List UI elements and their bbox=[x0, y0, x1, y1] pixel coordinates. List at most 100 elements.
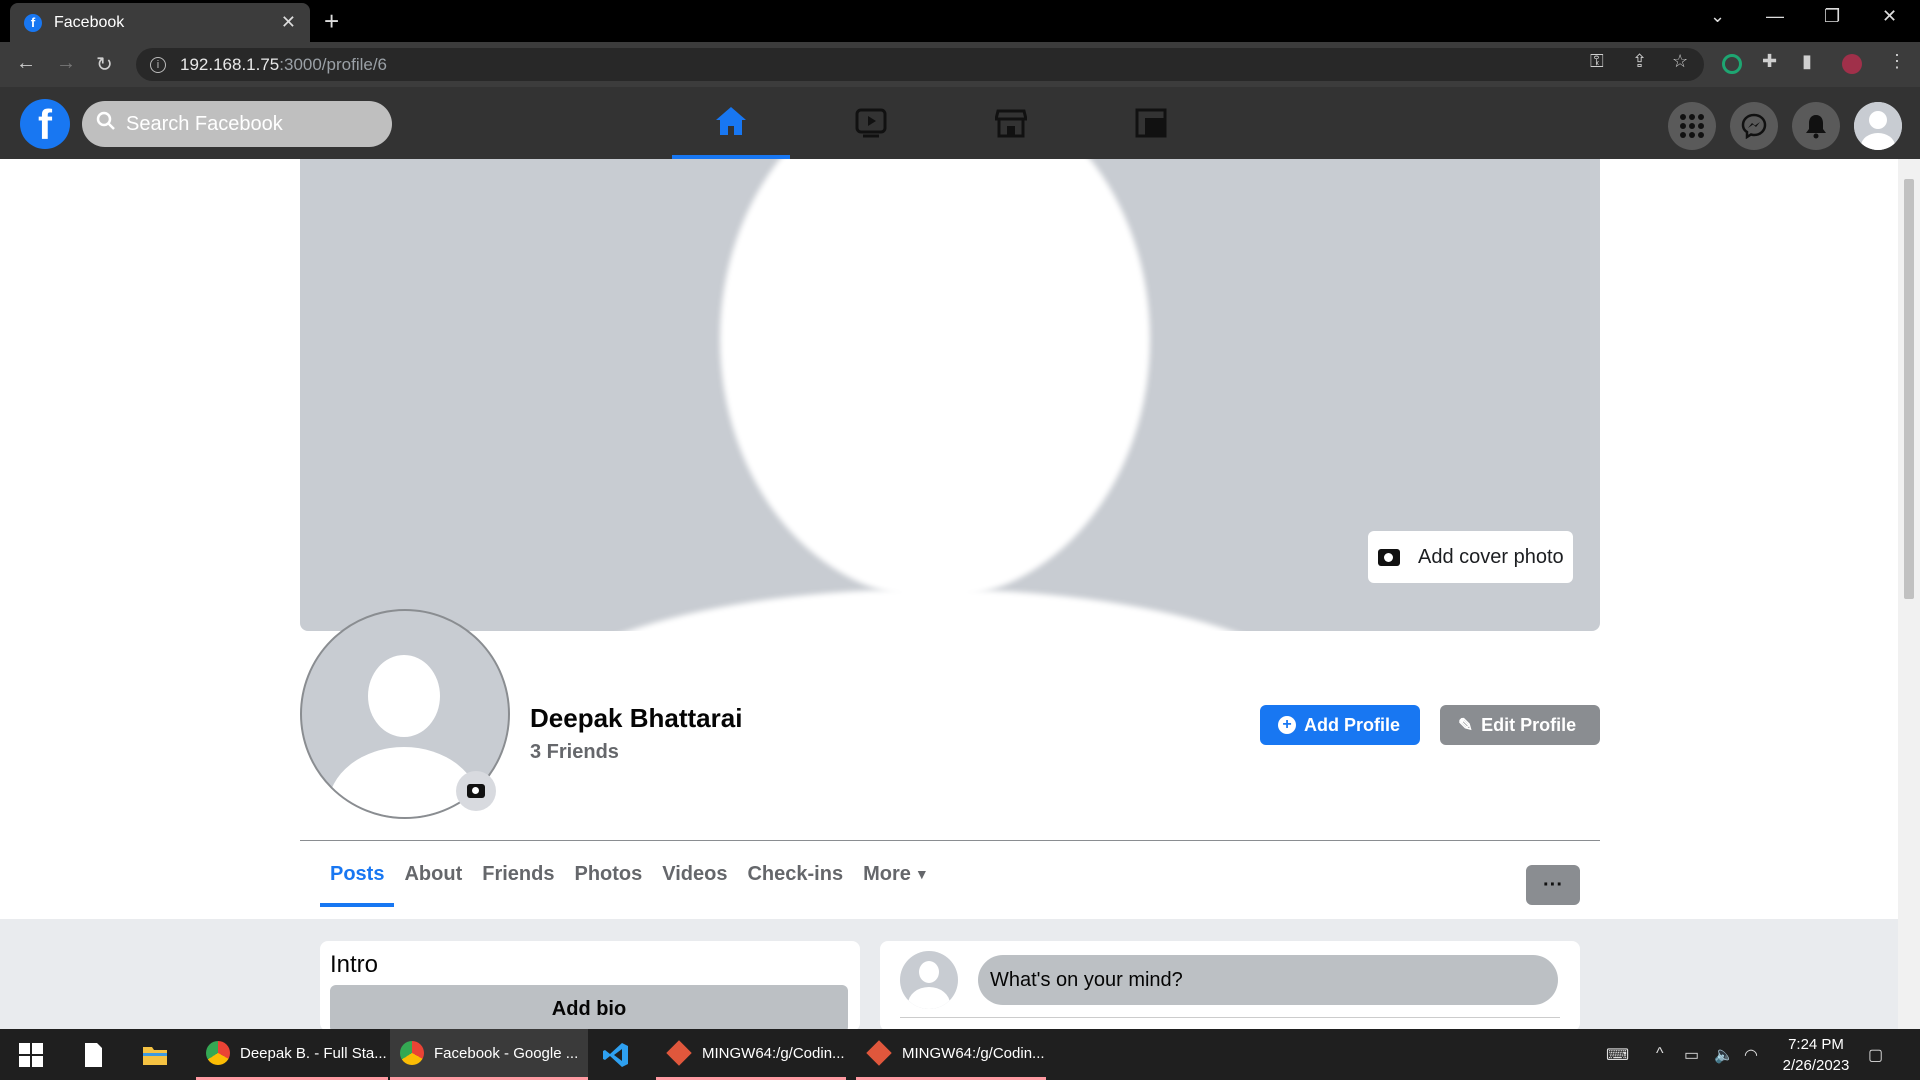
tab-friends[interactable]: Friends bbox=[472, 841, 564, 907]
minimize-icon[interactable]: — bbox=[1766, 6, 1784, 27]
taskbar-app-chrome-2[interactable]: Facebook - Google ... bbox=[390, 1029, 588, 1080]
home-icon bbox=[716, 107, 746, 135]
close-window-icon[interactable]: ✕ bbox=[1882, 6, 1897, 27]
cover-photo: Add cover photo bbox=[300, 159, 1600, 631]
side-panel-icon[interactable]: ▮ bbox=[1802, 51, 1812, 72]
edit-profile-button[interactable]: ✎ Edit Profile bbox=[1440, 705, 1600, 745]
add-bio-button[interactable]: Add bio bbox=[330, 985, 848, 1033]
tab-posts[interactable]: Posts bbox=[320, 841, 395, 907]
tab-videos[interactable]: Videos bbox=[652, 841, 737, 907]
update-profile-picture-button[interactable] bbox=[456, 771, 496, 811]
git-bash-icon bbox=[666, 1040, 692, 1066]
notifications-button[interactable] bbox=[1792, 102, 1840, 150]
clock-date: 2/26/2023 bbox=[1782, 1057, 1850, 1074]
site-info-icon[interactable]: i bbox=[150, 56, 166, 73]
post-composer: What's on your mind? bbox=[880, 941, 1580, 1031]
chrome-icon bbox=[206, 1041, 230, 1065]
gaming-icon bbox=[1135, 108, 1167, 138]
nav-gaming[interactable] bbox=[1092, 87, 1210, 159]
profile-avatar-icon[interactable] bbox=[1842, 54, 1862, 74]
tab-title: Facebook bbox=[54, 13, 125, 31]
volume-icon[interactable]: 🔈 bbox=[1714, 1045, 1734, 1065]
file-icon[interactable] bbox=[80, 1042, 106, 1068]
camera-icon bbox=[467, 784, 485, 798]
nav-watch[interactable] bbox=[812, 87, 930, 159]
facebook-logo-icon[interactable]: f bbox=[20, 99, 70, 149]
add-profile-label: Add Profile bbox=[1304, 714, 1401, 735]
taskbar-app-label: Deepak B. - Full Sta... bbox=[240, 1044, 387, 1062]
nav-marketplace[interactable] bbox=[952, 87, 1070, 159]
show-hidden-icons-icon[interactable]: ^ bbox=[1656, 1045, 1664, 1063]
composer-divider bbox=[900, 1017, 1560, 1018]
chrome-icon bbox=[400, 1041, 424, 1065]
tab-check-ins[interactable]: Check-ins bbox=[737, 841, 853, 907]
add-cover-photo-label: Add cover photo bbox=[1418, 545, 1564, 568]
intro-card: Intro Add bio bbox=[320, 941, 860, 1033]
page-scrollbar[interactable] bbox=[1898, 159, 1920, 1029]
git-bash-icon bbox=[866, 1040, 892, 1066]
browser-tab-bar: f Facebook ✕ + ⌄ — ❐ ✕ bbox=[0, 0, 1920, 42]
taskbar-app-git-bash-2[interactable]: MINGW64:/g/Codin... bbox=[856, 1029, 1046, 1080]
more-options-button[interactable]: ··· bbox=[1526, 865, 1580, 905]
address-bar-row: ← → ↻ i 192.168.1.75:3000/profile/6 ⚿ ⇪ … bbox=[0, 42, 1920, 87]
messenger-icon bbox=[1741, 113, 1767, 139]
browser-menu-icon[interactable]: ⋮ bbox=[1888, 51, 1906, 72]
composer-avatar bbox=[900, 951, 958, 1009]
menu-grid-icon bbox=[1680, 114, 1704, 138]
windows-taskbar: Deepak B. - Full Sta... Facebook - Googl… bbox=[0, 1029, 1920, 1080]
taskbar-app-vscode[interactable] bbox=[592, 1029, 648, 1080]
close-tab-icon[interactable]: ✕ bbox=[281, 12, 296, 33]
tab-about[interactable]: About bbox=[394, 841, 472, 907]
account-avatar-icon bbox=[1854, 102, 1902, 150]
facebook-header: f Search Facebook bbox=[0, 87, 1920, 159]
tab-search-icon[interactable]: ⌄ bbox=[1710, 6, 1725, 27]
reload-icon[interactable]: ↻ bbox=[96, 52, 113, 77]
taskbar-app-chrome-1[interactable]: Deepak B. - Full Sta... bbox=[196, 1029, 388, 1080]
back-icon[interactable]: ← bbox=[16, 52, 36, 75]
tab-more-label: More bbox=[863, 862, 911, 885]
scrollbar-thumb[interactable] bbox=[1904, 179, 1914, 599]
intro-title: Intro bbox=[330, 951, 379, 978]
camera-icon bbox=[1378, 548, 1400, 566]
password-key-icon[interactable]: ⚿ bbox=[1590, 51, 1604, 72]
nav-home[interactable] bbox=[672, 87, 790, 159]
friends-count[interactable]: 3 Friends bbox=[530, 741, 619, 764]
plus-circle-icon: + bbox=[1278, 716, 1296, 734]
share-icon[interactable]: ⇪ bbox=[1632, 51, 1647, 72]
search-facebook-input[interactable]: Search Facebook bbox=[82, 101, 392, 147]
tab-more[interactable]: More ▼ bbox=[853, 841, 939, 907]
pencil-icon: ✎ bbox=[1458, 714, 1474, 735]
messenger-button[interactable] bbox=[1730, 102, 1778, 150]
search-placeholder: Search Facebook bbox=[126, 112, 283, 135]
file-explorer-icon[interactable] bbox=[142, 1042, 168, 1068]
taskbar-app-label: MINGW64:/g/Codin... bbox=[902, 1044, 1045, 1062]
bookmark-star-icon[interactable]: ☆ bbox=[1672, 51, 1688, 72]
input-keyboard-icon[interactable]: ⌨ bbox=[1606, 1045, 1629, 1065]
windows-start-icon[interactable] bbox=[18, 1042, 44, 1068]
wifi-icon[interactable]: ◠ bbox=[1744, 1045, 1758, 1065]
watch-icon bbox=[855, 108, 887, 138]
add-cover-photo-button[interactable]: Add cover photo bbox=[1368, 531, 1573, 583]
browser-tab[interactable]: f Facebook ✕ bbox=[10, 3, 310, 42]
whats-on-your-mind-input[interactable]: What's on your mind? bbox=[978, 955, 1558, 1005]
taskbar-app-git-bash-1[interactable]: MINGW64:/g/Codin... bbox=[656, 1029, 846, 1080]
edit-profile-label: Edit Profile bbox=[1481, 714, 1577, 735]
battery-icon[interactable]: ▭ bbox=[1684, 1045, 1699, 1065]
cover-placeholder-body bbox=[520, 589, 1340, 631]
add-profile-button[interactable]: + Add Profile bbox=[1260, 705, 1420, 745]
clock-time: 7:24 PM bbox=[1788, 1036, 1844, 1053]
restore-icon[interactable]: ❐ bbox=[1824, 6, 1840, 27]
account-button[interactable] bbox=[1854, 102, 1902, 150]
menu-grid-button[interactable] bbox=[1668, 102, 1716, 150]
url-field[interactable]: i 192.168.1.75:3000/profile/6 bbox=[136, 48, 1704, 81]
extension-grammarly-icon[interactable] bbox=[1722, 54, 1742, 74]
tab-photos[interactable]: Photos bbox=[564, 841, 652, 907]
notification-center-icon[interactable]: ▢ bbox=[1868, 1045, 1883, 1065]
system-clock[interactable]: 7:24 PM 2/26/2023 bbox=[1776, 1034, 1856, 1076]
taskbar-app-label: Facebook - Google ... bbox=[434, 1044, 579, 1062]
new-tab-icon[interactable]: + bbox=[324, 6, 339, 37]
search-icon bbox=[96, 111, 116, 137]
extensions-puzzle-icon[interactable]: ✚ bbox=[1762, 51, 1777, 72]
caret-down-icon: ▼ bbox=[914, 866, 929, 882]
forward-icon[interactable]: → bbox=[56, 52, 76, 75]
